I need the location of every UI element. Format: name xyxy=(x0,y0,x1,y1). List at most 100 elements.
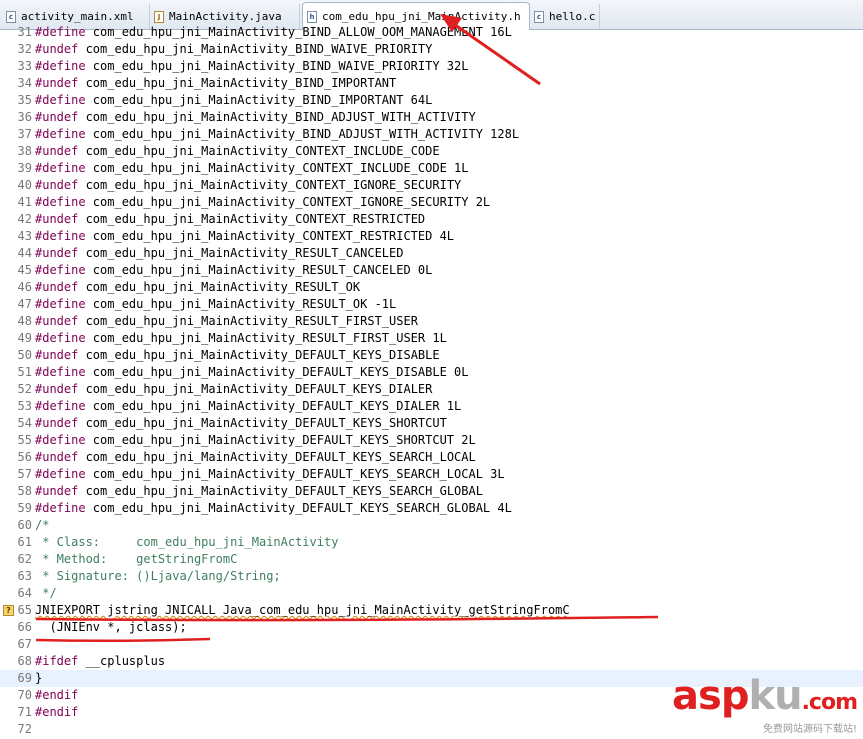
code-line[interactable]: 60/* xyxy=(0,517,863,534)
code-line[interactable]: 32 #undef com_edu_hpu_jni_MainActivity_BI… xyxy=(0,41,863,58)
line-code: #define com_edu_hpu_jni_MainActivity_DEF… xyxy=(35,398,461,415)
code-line[interactable]: 40 #undef com_edu_hpu_jni_MainActivity_CO… xyxy=(0,177,863,194)
code-line[interactable]: 67 xyxy=(0,636,863,653)
macro-text: com_edu_hpu_jni_MainActivity_DEFAULT_KEY… xyxy=(78,450,476,464)
line-code: #undef com_edu_hpu_jni_MainActivity_DEFA… xyxy=(35,347,440,364)
line-number: 35 xyxy=(17,93,32,107)
macro-text: com_edu_hpu_jni_MainActivity_RESULT_FIRS… xyxy=(85,331,447,345)
code-line[interactable]: 51 #define com_edu_hpu_jni_MainActivity_D… xyxy=(0,364,863,381)
code-line[interactable]: 64 */ xyxy=(0,585,863,602)
line-code: #define com_edu_hpu_jni_MainActivity_RES… xyxy=(35,330,447,347)
preprocessor-keyword: #undef xyxy=(35,110,79,124)
preprocessor-keyword: #undef xyxy=(35,76,79,90)
line-number: 64 xyxy=(17,586,32,600)
preprocessor-keyword: #define xyxy=(35,127,86,141)
code-text: JNIEXPORT jstring JNICALL Java_com_edu_h… xyxy=(35,603,570,617)
preprocessor-keyword: #undef xyxy=(35,484,79,498)
preprocessor-keyword: #define xyxy=(35,59,86,73)
line-number: 58 xyxy=(17,484,32,498)
code-line[interactable]: 36 #undef com_edu_hpu_jni_MainActivity_BI… xyxy=(0,109,863,126)
code-line[interactable]: 33 #define com_edu_hpu_jni_MainActivity_B… xyxy=(0,58,863,75)
macro-text: com_edu_hpu_jni_MainActivity_RESULT_OK xyxy=(78,280,361,294)
line-number: 36 xyxy=(17,110,32,124)
watermark-com: .com xyxy=(801,690,858,715)
code-line[interactable]: 50 #undef com_edu_hpu_jni_MainActivity_DE… xyxy=(0,347,863,364)
tab-label: com_edu_hpu_jni_MainActivity.h xyxy=(322,10,521,23)
preprocessor-keyword: #define xyxy=(35,229,86,243)
comment-text: */ xyxy=(35,586,57,600)
macro-text: com_edu_hpu_jni_MainActivity_DEFAULT_KEY… xyxy=(85,433,476,447)
code-line[interactable]: 35 #define com_edu_hpu_jni_MainActivity_B… xyxy=(0,92,863,109)
code-line[interactable]: 34 #undef com_edu_hpu_jni_MainActivity_BI… xyxy=(0,75,863,92)
macro-text: com_edu_hpu_jni_MainActivity_DEFAULT_KEY… xyxy=(78,348,440,362)
macro-text: com_edu_hpu_jni_MainActivity_BIND_WAIVE_… xyxy=(85,59,469,73)
code-line[interactable]: 49 #define com_edu_hpu_jni_MainActivity_R… xyxy=(0,330,863,347)
line-code: #undef com_edu_hpu_jni_MainActivity_RESU… xyxy=(35,279,360,296)
preprocessor-keyword: #undef xyxy=(35,212,79,226)
code-line[interactable]: 46 #undef com_edu_hpu_jni_MainActivity_RE… xyxy=(0,279,863,296)
macro-text: com_edu_hpu_jni_MainActivity_BIND_ADJUST… xyxy=(85,127,520,141)
line-number: 32 xyxy=(17,42,32,56)
code-line[interactable]: 54 #undef com_edu_hpu_jni_MainActivity_DE… xyxy=(0,415,863,432)
line-code: #define com_edu_hpu_jni_MainActivity_CON… xyxy=(35,228,454,245)
line-number: 66 xyxy=(17,620,32,634)
line-code: #define com_edu_hpu_jni_MainActivity_BIN… xyxy=(35,24,512,41)
line-number: 39 xyxy=(17,161,32,175)
line-number: 67 xyxy=(17,637,32,651)
macro-text: com_edu_hpu_jni_MainActivity_DEFAULT_KEY… xyxy=(85,501,512,515)
code-line[interactable]: 41 #define com_edu_hpu_jni_MainActivity_C… xyxy=(0,194,863,211)
code-line[interactable]: 43 #define com_edu_hpu_jni_MainActivity_C… xyxy=(0,228,863,245)
macro-text: com_edu_hpu_jni_MainActivity_DEFAULT_KEY… xyxy=(78,484,483,498)
line-number: 70 xyxy=(17,688,32,702)
preprocessor-keyword: #define xyxy=(35,297,86,311)
line-number: 71 xyxy=(17,705,32,719)
code-line[interactable]: 61 * Class: com_edu_hpu_jni_MainActivity xyxy=(0,534,863,551)
code-line[interactable]: 52 #undef com_edu_hpu_jni_MainActivity_DE… xyxy=(0,381,863,398)
line-number: 33 xyxy=(17,59,32,73)
code-line[interactable]: 42 #undef com_edu_hpu_jni_MainActivity_CO… xyxy=(0,211,863,228)
line-number: 56 xyxy=(17,450,32,464)
line-code: #undef com_edu_hpu_jni_MainActivity_CONT… xyxy=(35,143,440,160)
preprocessor-keyword: #endif xyxy=(35,705,79,719)
line-number: 55 xyxy=(17,433,32,447)
code-line[interactable]: 58 #undef com_edu_hpu_jni_MainActivity_DE… xyxy=(0,483,863,500)
code-line[interactable]: ? 65 JNIEXPORT jstring JNICALL Java_com_ed… xyxy=(0,602,863,619)
code-line[interactable]: 62 * Method: getStringFromC xyxy=(0,551,863,568)
code-line[interactable]: 59 #define com_edu_hpu_jni_MainActivity_D… xyxy=(0,500,863,517)
line-code: #define com_edu_hpu_jni_MainActivity_DEF… xyxy=(35,500,512,517)
line-code: #undef com_edu_hpu_jni_MainActivity_DEFA… xyxy=(35,449,476,466)
code-line[interactable]: 53 #define com_edu_hpu_jni_MainActivity_D… xyxy=(0,398,863,415)
line-number: 43 xyxy=(17,229,32,243)
preprocessor-keyword: #define xyxy=(35,365,86,379)
comment-text: * Signature: ()Ljava/lang/String; xyxy=(35,569,281,583)
line-number: 50 xyxy=(17,348,32,362)
code-line[interactable]: 66 (JNIEnv *, jclass); xyxy=(0,619,863,636)
macro-text: com_edu_hpu_jni_MainActivity_BIND_WAIVE_… xyxy=(78,42,433,56)
preprocessor-keyword: #define xyxy=(35,399,86,413)
code-line[interactable]: 39 #define com_edu_hpu_jni_MainActivity_C… xyxy=(0,160,863,177)
code-editor[interactable]: 31 #define com_edu_hpu_jni_MainActivity_B… xyxy=(0,25,863,739)
code-line[interactable]: 48 #undef com_edu_hpu_jni_MainActivity_RE… xyxy=(0,313,863,330)
line-code: (JNIEnv *, jclass); xyxy=(35,619,186,636)
macro-text: com_edu_hpu_jni_MainActivity_BIND_ADJUST… xyxy=(78,110,476,124)
h-file-icon: h xyxy=(307,10,317,23)
quick-fix-warning-icon[interactable]: ? xyxy=(3,605,14,616)
code-line[interactable]: 68 #ifdef __cplusplus xyxy=(0,653,863,670)
macro-text: com_edu_hpu_jni_MainActivity_BIND_IMPORT… xyxy=(85,93,433,107)
code-line[interactable]: 38 #undef com_edu_hpu_jni_MainActivity_CO… xyxy=(0,143,863,160)
line-number: 53 xyxy=(17,399,32,413)
code-line[interactable]: 31 #define com_edu_hpu_jni_MainActivity_B… xyxy=(0,24,863,41)
line-code: #define com_edu_hpu_jni_MainActivity_RES… xyxy=(35,262,432,279)
comment-text: /* xyxy=(35,518,50,532)
line-code: #define com_edu_hpu_jni_MainActivity_BIN… xyxy=(35,126,519,143)
code-line[interactable]: 44 #undef com_edu_hpu_jni_MainActivity_RE… xyxy=(0,245,863,262)
line-code: #define com_edu_hpu_jni_MainActivity_BIN… xyxy=(35,92,432,109)
code-line[interactable]: 55 #define com_edu_hpu_jni_MainActivity_D… xyxy=(0,432,863,449)
code-line[interactable]: 47 #define com_edu_hpu_jni_MainActivity_R… xyxy=(0,296,863,313)
code-line[interactable]: 63 * Signature: ()Ljava/lang/String; xyxy=(0,568,863,585)
line-code: /* xyxy=(35,517,49,534)
code-line[interactable]: 57 #define com_edu_hpu_jni_MainActivity_D… xyxy=(0,466,863,483)
code-line[interactable]: 56 #undef com_edu_hpu_jni_MainActivity_DE… xyxy=(0,449,863,466)
code-line[interactable]: 45 #define com_edu_hpu_jni_MainActivity_R… xyxy=(0,262,863,279)
code-line[interactable]: 37 #define com_edu_hpu_jni_MainActivity_B… xyxy=(0,126,863,143)
